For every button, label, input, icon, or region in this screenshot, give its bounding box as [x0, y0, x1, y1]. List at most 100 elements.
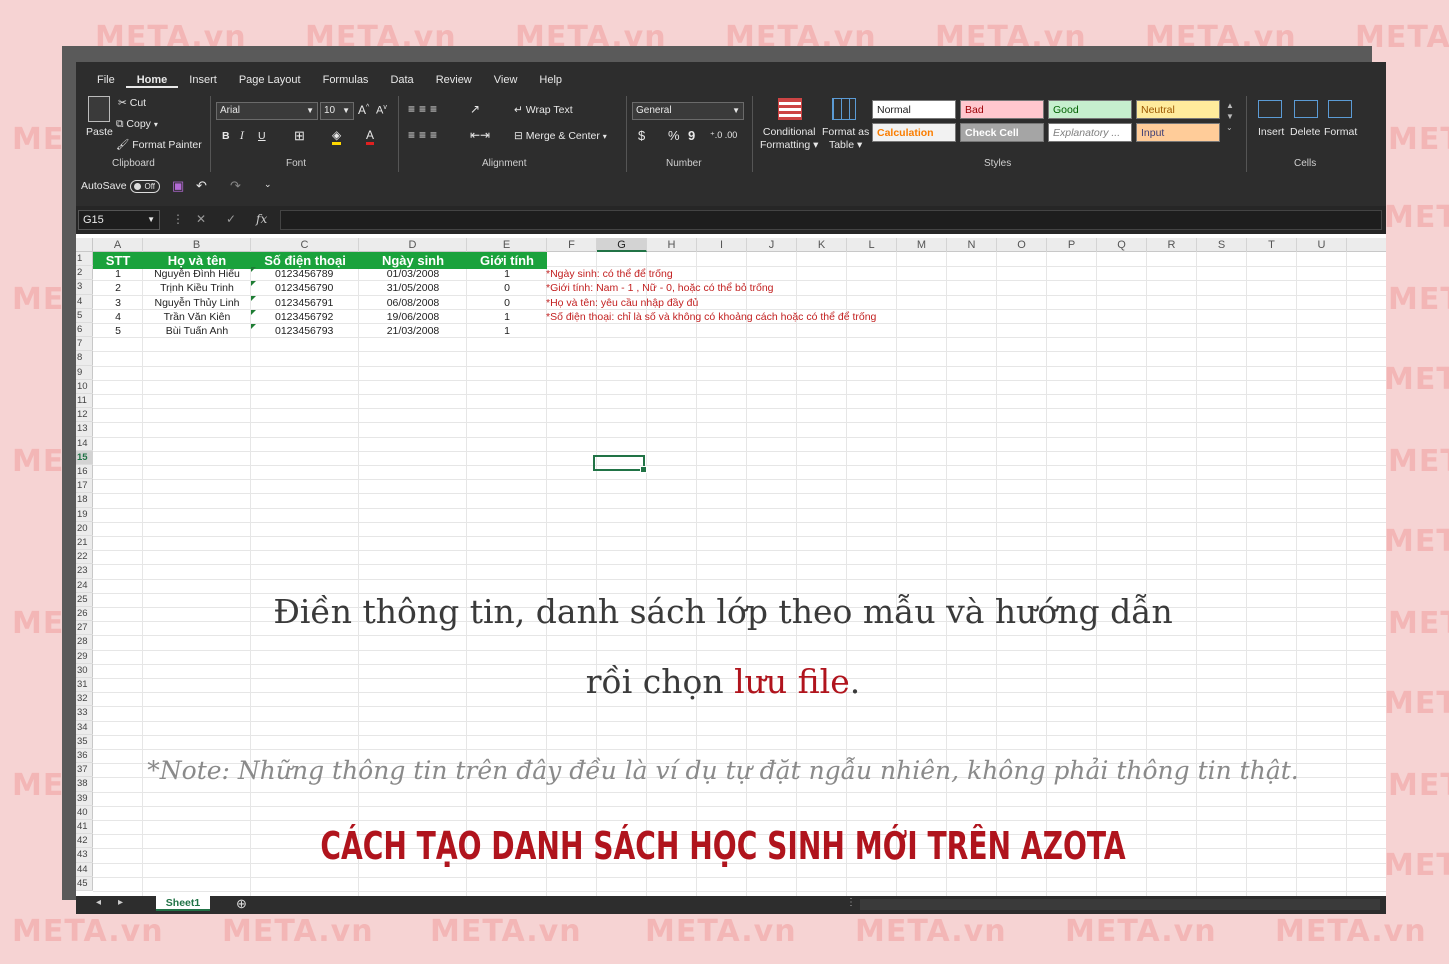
row-header[interactable]: 16 — [76, 465, 93, 480]
column-header-k[interactable]: K — [797, 238, 847, 252]
worksheet-grid[interactable]: ABCDEFGHIJKLMNOPQRSTU 1 2 3 4 5 6 7 8 9 10 11 12 13 1… — [76, 238, 1386, 898]
gallery-scroll-icon[interactable]: ▲ ▼ ⌄ — [1226, 100, 1234, 133]
format-as-table-button[interactable]: Format as Table ▾ — [822, 126, 869, 152]
redo-icon[interactable]: ↷ — [230, 178, 241, 194]
table-cell[interactable]: 1 — [467, 310, 547, 324]
row-header[interactable]: 10 — [76, 380, 93, 394]
row-header[interactable]: 6 — [76, 323, 93, 338]
column-header-f[interactable]: F — [547, 238, 597, 252]
table-cell[interactable]: Trần Văn Kiên — [143, 310, 251, 324]
table-cell[interactable]: 0123456790 — [251, 281, 359, 295]
table-cell[interactable]: 1 — [467, 324, 547, 338]
tab-view[interactable]: View — [483, 72, 529, 88]
row-header[interactable]: 3 — [76, 280, 93, 295]
next-sheet-icon[interactable]: ▸ — [118, 897, 123, 908]
format-button[interactable]: Format — [1324, 126, 1357, 138]
row-header[interactable]: 1 — [76, 252, 93, 267]
table-cell[interactable]: 0 — [467, 281, 547, 295]
row-header[interactable]: 24 — [76, 579, 93, 593]
tab-review[interactable]: Review — [425, 72, 483, 88]
row-header[interactable]: 28 — [76, 635, 93, 650]
column-header-d[interactable]: D — [359, 238, 467, 252]
italic-button[interactable]: I — [240, 130, 244, 142]
column-header-s[interactable]: S — [1197, 238, 1247, 252]
row-header[interactable]: 17 — [76, 479, 93, 494]
cell-style-good[interactable]: Good — [1048, 100, 1132, 119]
table-cell[interactable]: 31/05/2008 — [359, 281, 467, 295]
column-header-i[interactable]: I — [697, 238, 747, 252]
tab-page-layout[interactable]: Page Layout — [228, 72, 312, 88]
bold-button[interactable]: B — [222, 130, 230, 142]
cell-style-explanatory[interactable]: Explanatory ... — [1048, 123, 1132, 142]
insert-function-icon[interactable]: fx — [256, 212, 267, 226]
row-header[interactable]: 33 — [76, 706, 93, 721]
cell-style-neutral[interactable]: Neutral — [1136, 100, 1220, 119]
row-header[interactable]: 41 — [76, 820, 93, 835]
column-header-a[interactable]: A — [93, 238, 143, 252]
column-header-o[interactable]: O — [997, 238, 1047, 252]
column-header-r[interactable]: R — [1147, 238, 1197, 252]
conditional-formatting-button[interactable]: Conditional Formatting ▾ — [760, 126, 818, 152]
tab-data[interactable]: Data — [379, 72, 424, 88]
insert-cells-icon[interactable] — [1258, 100, 1282, 118]
table-cell[interactable]: 2 — [93, 281, 143, 295]
row-header[interactable]: 45 — [76, 877, 93, 891]
currency-button[interactable]: $ — [638, 128, 645, 143]
conditional-formatting-icon[interactable] — [778, 98, 802, 120]
table-cell[interactable]: 5 — [93, 324, 143, 338]
formula-input[interactable] — [280, 210, 1382, 230]
cancel-icon[interactable]: ✕ — [196, 212, 206, 226]
decrease-font-icon[interactable]: Av — [376, 104, 387, 117]
paste-icon[interactable] — [88, 96, 110, 122]
row-header[interactable]: 11 — [76, 394, 93, 409]
table-cell[interactable]: 0123456789 — [251, 267, 359, 281]
enter-icon[interactable]: ✓ — [226, 212, 236, 226]
table-cell[interactable]: Nguyễn Thủy Linh — [143, 296, 251, 310]
row-header[interactable]: 22 — [76, 550, 93, 565]
row-header[interactable]: 7 — [76, 337, 93, 352]
column-header-u[interactable]: U — [1297, 238, 1347, 252]
table-cell[interactable]: 21/03/2008 — [359, 324, 467, 338]
table-cell[interactable]: 0 — [467, 296, 547, 310]
row-header[interactable]: 19 — [76, 508, 93, 522]
increase-font-icon[interactable]: A^ — [358, 103, 369, 117]
table-cell[interactable]: Nguyễn Đình Hiếu — [143, 267, 251, 281]
cell-style-input[interactable]: Input — [1136, 123, 1220, 142]
font-name-select[interactable]: Arial ▼ — [216, 102, 318, 120]
delete-button[interactable]: Delete — [1290, 126, 1320, 138]
number-format-select[interactable]: General ▼ — [632, 102, 744, 120]
column-header-p[interactable]: P — [1047, 238, 1097, 252]
cell-style-bad[interactable]: Bad — [960, 100, 1044, 119]
table-cell[interactable]: 06/08/2008 — [359, 296, 467, 310]
row-header[interactable]: 13 — [76, 422, 93, 437]
insert-button[interactable]: Insert — [1258, 126, 1284, 138]
table-cell[interactable]: 0123456792 — [251, 310, 359, 324]
percent-button[interactable]: % — [668, 128, 680, 143]
row-header[interactable]: 18 — [76, 493, 93, 508]
table-cell[interactable]: Bùi Tuấn Anh — [143, 324, 251, 338]
row-header[interactable]: 2 — [76, 266, 93, 281]
table-cell[interactable]: 01/03/2008 — [359, 267, 467, 281]
format-painter-button[interactable]: 🖌 Format Painter — [116, 138, 202, 151]
column-header-b[interactable]: B — [143, 238, 251, 252]
row-header[interactable]: 4 — [76, 295, 93, 309]
wrap-text-button[interactable]: ↵ Wrap Text — [514, 104, 573, 116]
row-header[interactable]: 12 — [76, 408, 93, 423]
row-header[interactable]: 9 — [76, 366, 93, 380]
column-header-q[interactable]: Q — [1097, 238, 1147, 252]
horizontal-scrollbar[interactable] — [860, 899, 1380, 910]
name-box[interactable]: G15 ▼ — [78, 210, 160, 230]
column-header-m[interactable]: M — [897, 238, 947, 252]
tab-formulas[interactable]: Formulas — [312, 72, 380, 88]
table-cell[interactable]: 1 — [467, 267, 547, 281]
row-header[interactable]: 34 — [76, 721, 93, 735]
save-icon[interactable]: ▣ — [172, 178, 184, 194]
column-header-c[interactable]: C — [251, 238, 359, 252]
cell-style-calculation[interactable]: Calculation — [872, 123, 956, 142]
underline-button[interactable]: U — [258, 130, 266, 142]
prev-sheet-icon[interactable]: ◂ — [96, 897, 101, 908]
sheet-tab[interactable]: Sheet1 — [156, 896, 210, 911]
tab-insert[interactable]: Insert — [178, 72, 228, 88]
merge-center-button[interactable]: ⊟ Merge & Center ▾ — [514, 130, 607, 142]
row-header[interactable]: 23 — [76, 564, 93, 579]
